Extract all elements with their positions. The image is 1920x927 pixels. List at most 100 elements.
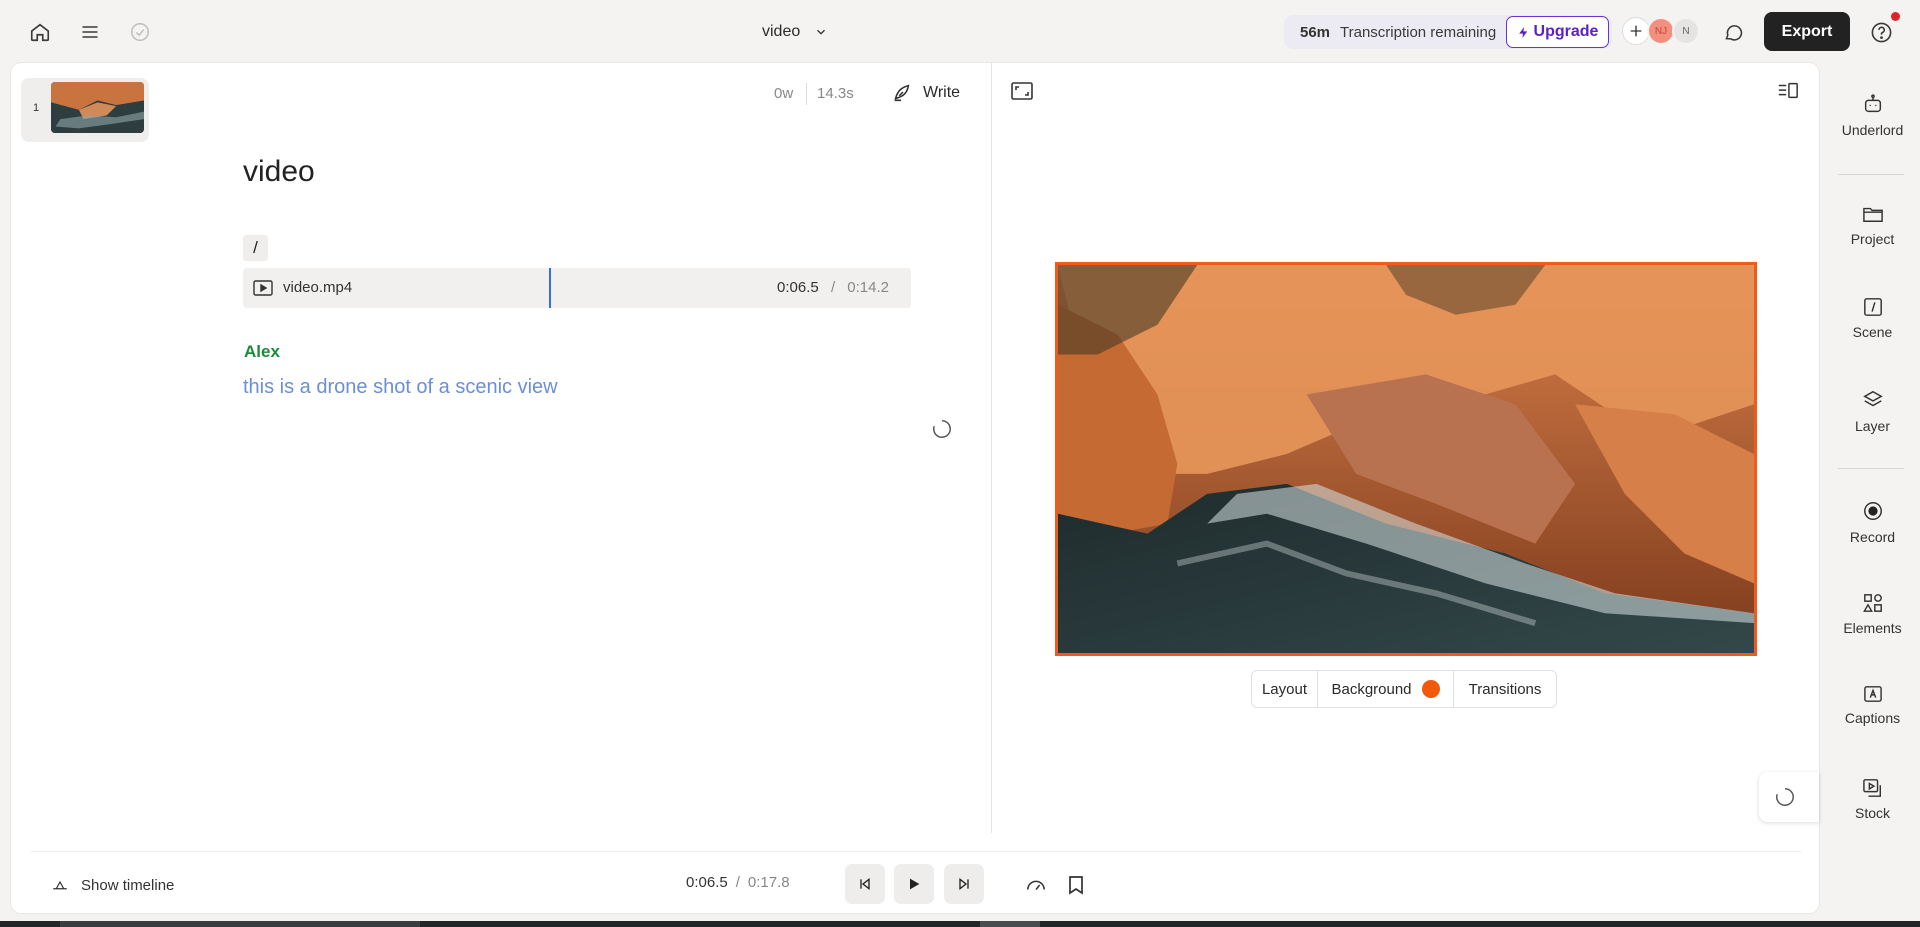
rail-item-label: Scene [1852,324,1893,340]
scene-thumbnail-image [51,82,144,133]
clip-time-separator: / [830,279,836,296]
comment-icon[interactable] [1718,17,1748,47]
folder-icon [1862,207,1883,222]
show-timeline-button[interactable]: Show timeline [51,873,174,897]
playback-current-time: 0:06.5 [686,874,728,891]
write-label: Write [923,84,961,101]
top-bar: video 56m Transcription remaining Upgrad… [0,0,1920,63]
playback-total-time: 0:17.8 [747,874,790,891]
clip-row[interactable]: video.mp4 0:06.5 / 0:14.2 [243,268,911,308]
background-button[interactable]: Background [1318,671,1454,707]
help-icon[interactable] [1866,17,1896,47]
upgrade-button[interactable]: Upgrade [1506,16,1609,48]
fullscreen-icon[interactable] [1010,81,1034,101]
scene-number: 1 [33,102,40,114]
word-count: 0w [774,85,794,102]
notification-dot [1891,12,1900,21]
write-button[interactable]: Write [891,79,960,107]
upgrade-label: Upgrade [1533,23,1599,40]
rail-item-scene[interactable]: Scene [1825,297,1920,340]
playback-speed-icon[interactable] [1023,872,1049,898]
captions-icon [1863,686,1882,702]
video-file-icon [253,280,273,296]
document-title: video [762,23,801,40]
panel-divider [991,63,992,833]
clip-current-time: 0:06.5 [777,279,819,296]
clip-playhead[interactable] [549,268,551,308]
rail-item-elements[interactable]: Elements [1825,593,1920,636]
taskbar-item[interactable] [980,921,1040,927]
bookmark-icon[interactable] [1063,872,1089,898]
divider [1838,468,1904,469]
play-button[interactable] [894,864,934,904]
skip-back-button[interactable] [845,864,885,904]
script-title[interactable]: video [243,155,315,189]
scene-thumbnail[interactable]: 1 [21,78,149,142]
document-title-dropdown[interactable]: video [762,20,828,44]
rail-item-underlord[interactable]: Underlord [1825,93,1920,138]
rail-item-label: Captions [1844,710,1901,726]
timeline-icon [53,880,67,890]
export-button[interactable]: Export [1764,12,1850,51]
menu-icon[interactable] [75,17,105,47]
invite-plus-button[interactable] [1622,17,1650,45]
robot-icon [1864,94,1881,113]
background-color-swatch [1421,680,1440,698]
skip-forward-icon [959,877,969,891]
avatar[interactable]: N [1672,17,1700,45]
rail-item-label: Record [1849,529,1896,545]
playback-time-separator: / [735,874,740,891]
rail-item-layer[interactable]: Layer [1825,389,1920,434]
play-icon [910,878,920,890]
chevron-down-icon [817,29,826,35]
clip-time: 0:06.5 / 0:14.2 [777,279,889,296]
show-timeline-label: Show timeline [81,876,175,894]
rail-item-label: Underlord [1841,122,1904,138]
layout-button[interactable]: Layout [1252,671,1318,707]
home-icon[interactable] [25,17,55,47]
playback-time: 0:06.5 / 0:17.8 [686,874,790,891]
transcript-text[interactable]: this is a drone shot of a scenic view [243,376,558,399]
record-icon [1863,502,1882,520]
layers-icon [1862,390,1883,407]
rail-item-stock[interactable]: Stock [1825,778,1920,821]
stock-icon [1862,779,1881,797]
avatar[interactable]: NJ [1647,17,1675,45]
rail-item-record[interactable]: Record [1825,500,1920,545]
transcription-minutes: 56m [1300,24,1331,41]
taskbar-item[interactable] [60,921,420,927]
clip-total-time: 0:14.2 [847,279,889,296]
toggle-panel-icon[interactable] [1777,81,1799,101]
plus-icon [1630,25,1642,37]
scene-icon [1863,298,1882,316]
right-tool-rail: Underlord Project Scene Layer Record Ele… [1825,63,1920,913]
floating-loader [1759,772,1819,822]
slash-command-chip[interactable]: / [243,235,268,261]
divider [1838,174,1904,175]
pen-icon [894,84,910,102]
script-duration: 14.3s [817,85,854,102]
lightning-icon [1518,26,1527,38]
background-label: Background [1331,680,1412,698]
transcription-label: Transcription remaining [1340,24,1497,41]
rail-item-label: Layer [1854,418,1891,434]
skip-back-icon [860,877,870,891]
divider [806,83,807,105]
rail-item-label: Stock [1854,805,1890,821]
rail-item-label: Project [1850,231,1895,247]
rail-item-project[interactable]: Project [1825,204,1920,247]
transitions-button[interactable]: Transitions [1454,671,1556,707]
video-preview[interactable] [1055,262,1757,656]
editor-card: 1 0w 14.3s Write video / video.mp4 0:06.… [11,63,1819,913]
rail-item-label: Elements [1843,620,1902,636]
speaker-label[interactable]: Alex [244,342,280,362]
loading-spinner-icon [931,418,953,440]
preview-options-bar: Layout Background Transitions [1251,670,1557,708]
os-taskbar [0,921,1920,927]
loading-spinner-icon [1776,788,1794,806]
saved-check-icon [125,17,155,47]
clip-name: video.mp4 [283,279,353,296]
elements-icon [1862,594,1882,612]
rail-item-captions[interactable]: Captions [1825,685,1920,726]
skip-forward-button[interactable] [944,864,984,904]
